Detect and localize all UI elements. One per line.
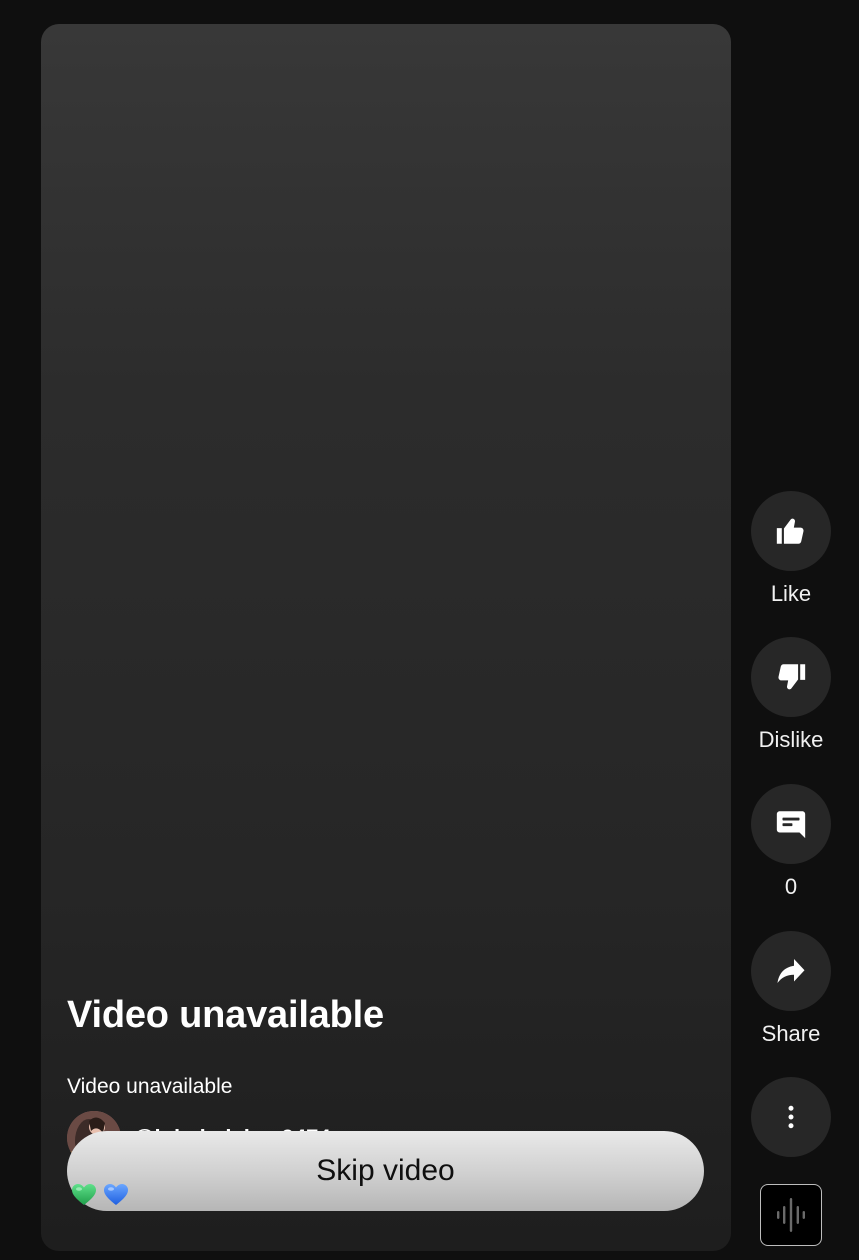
like-label: Like: [770, 581, 812, 606]
thumbs-up-icon: [776, 518, 804, 544]
comments-count: 0: [784, 874, 798, 899]
comments-circle[interactable]: [751, 784, 831, 864]
comment-icon: [776, 811, 806, 839]
video-subtitle: Video unavailable: [67, 1075, 233, 1098]
share-button[interactable]: Share: [751, 931, 831, 1051]
sound-waveform-icon: [777, 1198, 805, 1232]
more-vertical-icon: [788, 1105, 794, 1129]
dislike-label: Dislike: [758, 727, 824, 752]
more-actions-button[interactable]: [751, 1077, 831, 1157]
thumbs-down-icon: [778, 664, 806, 690]
like-circle[interactable]: [751, 491, 831, 571]
skip-video-button[interactable]: Skip video: [67, 1131, 704, 1211]
emoji-row: [71, 1183, 129, 1212]
dislike-button[interactable]: Dislike: [751, 637, 831, 757]
share-circle[interactable]: [751, 931, 831, 1011]
green-heart-icon: [71, 1183, 97, 1212]
like-button[interactable]: Like: [751, 491, 831, 611]
sound-button[interactable]: [760, 1184, 822, 1246]
blue-heart-icon: [103, 1183, 129, 1212]
share-label: Share: [761, 1021, 821, 1046]
more-circle[interactable]: [751, 1077, 831, 1157]
video-player[interactable]: Video unavailable Video unavailable @lub…: [41, 24, 731, 1251]
comments-button[interactable]: 0: [751, 784, 831, 904]
dislike-circle[interactable]: [751, 637, 831, 717]
shorts-page: Video unavailable Video unavailable @lub…: [0, 0, 859, 1260]
share-arrow-icon: [777, 959, 805, 983]
video-title: Video unavailable: [67, 994, 384, 1036]
